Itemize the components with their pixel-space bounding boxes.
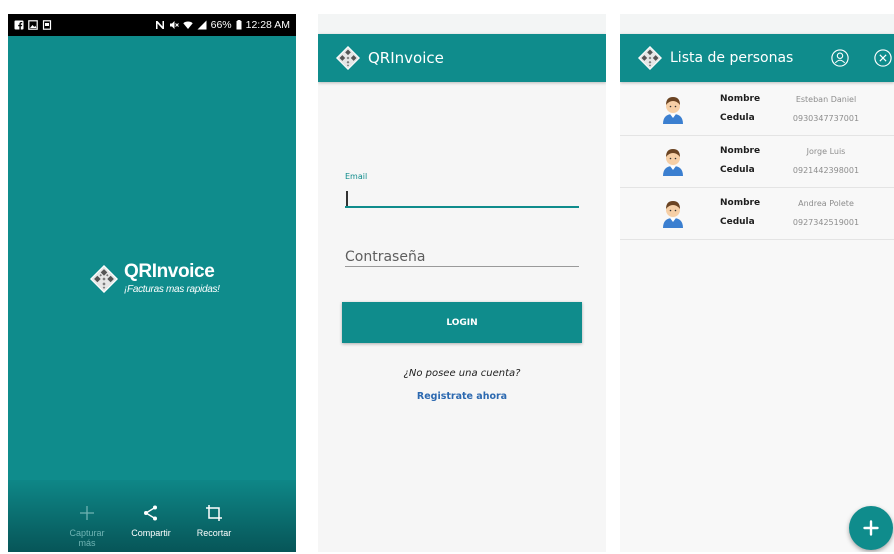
header-title: QRInvoice — [368, 49, 444, 67]
name-label: Nombre — [720, 94, 761, 104]
email-input[interactable] — [345, 186, 579, 208]
brand: QRInvoice ¡Facturas mas rapidas! — [90, 261, 220, 296]
qr-diamond-icon — [336, 46, 360, 70]
nfc-icon — [155, 20, 165, 30]
person-name: Andrea Polete — [798, 199, 854, 208]
facebook-icon — [14, 20, 24, 30]
people-list: Nombre Cedula Esteban Daniel 09303477370… — [620, 84, 894, 240]
status-bar-right: 66% 12:28 AM — [155, 19, 290, 31]
id-label: Cedula — [720, 217, 755, 227]
no-account-text: ¿No posee una cuenta? — [403, 368, 521, 379]
close-icon[interactable] — [874, 49, 892, 67]
person-id: 0921442398001 — [792, 166, 860, 175]
crop-icon — [205, 504, 223, 522]
person-name: Jorge Luis — [806, 147, 846, 156]
name-label: Nombre — [720, 146, 761, 156]
avatar-icon — [660, 146, 686, 176]
brand-name: QRInvoice — [124, 261, 215, 282]
brand-tagline: ¡Facturas mas rapidas! — [124, 284, 220, 295]
image-icon — [28, 20, 38, 30]
app-header: QRInvoice — [318, 34, 606, 82]
field-labels: Nombre Cedula — [720, 142, 760, 180]
field-labels: Nombre Cedula — [720, 194, 760, 232]
qr-diamond-icon — [638, 46, 662, 70]
share-icon — [142, 504, 160, 522]
app-header: Lista de personas — [620, 34, 894, 82]
person-id: 0927342519001 — [792, 218, 860, 227]
add-person-button[interactable] — [849, 506, 893, 550]
status-bar-area — [318, 14, 606, 34]
battery-level: 66% — [210, 19, 232, 31]
login-button[interactable]: LOGIN — [342, 302, 582, 343]
status-bar: 66% 12:28 AM — [8, 14, 296, 36]
avatar-icon — [660, 94, 686, 124]
id-label: Cedula — [720, 165, 755, 175]
plus-icon — [78, 504, 96, 522]
register-link[interactable]: Registrate ahora — [318, 390, 606, 404]
password-input[interactable] — [345, 247, 579, 267]
id-label: Cedula — [720, 113, 755, 123]
people-list-screen: Lista de personas Nombre Cedula Esteban … — [620, 14, 894, 552]
screenshot-icon — [42, 20, 52, 30]
status-time: 12:28 AM — [245, 19, 290, 31]
crop-button[interactable]: Recortar — [189, 504, 239, 538]
person-name: Esteban Daniel — [795, 95, 857, 104]
action-bar: Capturar más Compartir Recortar — [8, 480, 296, 552]
user-profile-icon[interactable] — [831, 49, 849, 67]
field-values: Esteban Daniel 0930347737001 — [788, 90, 864, 128]
qr-diamond-icon — [90, 264, 118, 293]
share-button[interactable]: Compartir — [126, 504, 176, 538]
capture-more-button[interactable]: Capturar más — [62, 504, 112, 548]
list-item[interactable]: Nombre Cedula Jorge Luis 0921442398001 — [620, 136, 894, 188]
brand-text: QRInvoice ¡Facturas mas rapidas! — [124, 261, 220, 296]
login-screen: QRInvoice Email LOGIN ¿No posee una cuen… — [318, 14, 606, 552]
field-values: Andrea Polete 0927342519001 — [788, 194, 864, 232]
battery-icon — [236, 20, 242, 30]
capture-more-label: Capturar más — [69, 528, 105, 548]
avatar-icon — [660, 198, 686, 228]
header-title: Lista de personas — [670, 50, 794, 66]
field-labels: Nombre Cedula — [720, 90, 760, 128]
list-item[interactable]: Nombre Cedula Andrea Polete 092734251900… — [620, 188, 894, 240]
crop-label: Recortar — [196, 528, 232, 538]
mute-icon — [169, 20, 179, 30]
splash-screen: 66% 12:28 AM QRInvoice ¡Facturas mas rap… — [8, 14, 296, 552]
name-label: Nombre — [720, 198, 761, 208]
text-cursor — [346, 191, 348, 206]
email-label: Email — [345, 172, 368, 181]
status-bar-area — [620, 14, 894, 34]
plus-icon — [862, 519, 880, 537]
list-item[interactable]: Nombre Cedula Esteban Daniel 09303477370… — [620, 84, 894, 136]
status-bar-left — [14, 20, 52, 30]
signal-icon — [197, 20, 207, 30]
field-values: Jorge Luis 0921442398001 — [788, 142, 864, 180]
share-label: Compartir — [131, 528, 171, 538]
wifi-icon — [182, 20, 193, 30]
person-id: 0930347737001 — [792, 114, 860, 123]
